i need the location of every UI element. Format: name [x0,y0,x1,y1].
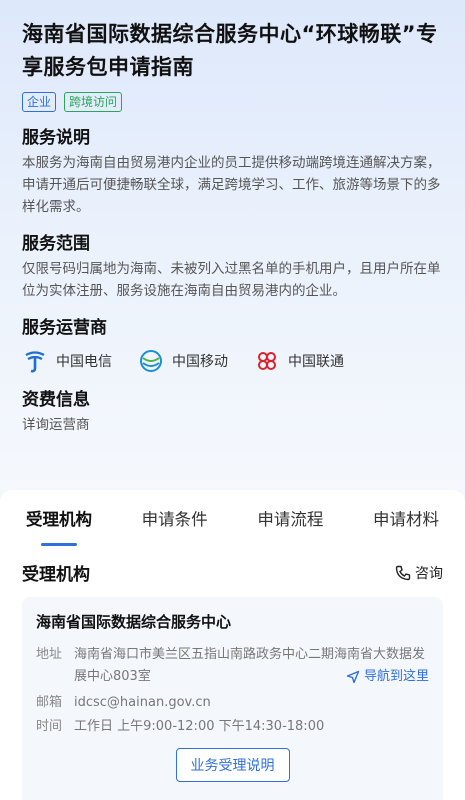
china-mobile-logo-icon [140,350,162,372]
tab-process[interactable]: 申请流程 [253,500,327,536]
operator-telecom-label: 中国电信 [56,354,112,370]
operator-unicom-label: 中国联通 [288,354,344,370]
operator-mobile: 中国移动 [138,348,228,374]
address-row: 地址 海南省海口市美兰区五指山南路政务中心二期海南省大数据发展中心803室 导航… [36,644,429,688]
agency-section-title: 受理机构 [22,565,90,585]
phone-icon [395,565,411,580]
consult-label: 咨询 [415,565,443,582]
tag-list: 企业 跨境访问 [22,92,443,112]
fees-text: 详询运营商 [22,417,90,433]
tab-bar: 受理机构 申请条件 申请流程 申请材料 [0,490,465,546]
email-row: 邮箱 idcsc@hainan.gov.cn [36,692,429,714]
navigate-label: 导航到这里 [363,669,429,684]
agency-header: 受理机构 咨询 [0,546,465,585]
time-label: 时间 [36,719,63,734]
navigation-arrow-icon [346,670,360,684]
tab-conditions[interactable]: 申请条件 [138,500,212,536]
address-value: 海南省海口市美兰区五指山南路政务中心二期海南省大数据发展中心803室 导航到这里 [74,644,429,688]
agency-name: 海南省国际数据综合服务中心 [36,613,232,631]
page-title: 海南省国际数据综合服务中心“环球畅联”专享服务包申请指南 [22,22,438,79]
service-header: 海南省国际数据综合服务中心“环球畅联”专享服务包申请指南 企业 跨境访问 服务说… [0,0,465,490]
button-wrap: 业务受理说明 [36,748,429,782]
service-instructions-button[interactable]: 业务受理说明 [175,748,290,782]
operator-telecom: 中国电信 [22,348,112,374]
consult-button[interactable]: 咨询 [395,563,443,583]
scope-text: 仅限号码归属地为海南、未被列入过黑名单的手机用户，且用户所在单位为实体注册、服务… [22,261,441,299]
operators-title: 服务运营商 [22,318,107,338]
china-unicom-logo-icon [258,352,276,370]
email-value: idcsc@hainan.gov.cn [74,695,211,710]
navigate-link[interactable]: 导航到这里 [346,666,429,688]
operator-list: 中国电信 中国移动 中国联通 [22,348,443,374]
description-title: 服务说明 [22,128,90,148]
address-label: 地址 [36,647,63,662]
china-telecom-logo-icon [25,351,45,373]
tab-agency[interactable]: 受理机构 [22,500,96,536]
time-value: 工作日 上午9:00-12:00 下午14:30-18:00 [74,719,325,734]
tag-enterprise: 企业 [22,92,57,112]
detail-panel: 受理机构 申请条件 申请流程 申请材料 受理机构 咨询 海南省国际数据综合服务中… [0,490,465,800]
tab-materials[interactable]: 申请材料 [369,500,443,536]
operator-mobile-label: 中国移动 [172,354,228,370]
scope-title: 服务范围 [22,234,90,254]
tag-cross-border: 跨境访问 [64,92,123,112]
fees-title: 资费信息 [22,390,90,410]
email-label: 邮箱 [36,695,63,710]
agency-card: 海南省国际数据综合服务中心 地址 海南省海口市美兰区五指山南路政务中心二期海南省… [22,597,443,800]
operator-unicom: 中国联通 [254,348,344,374]
description-text: 本服务为海南自由贸易港内企业的员工提供移动端跨境连通解决方案，申请开通后可便捷畅… [22,155,441,215]
time-row: 时间 工作日 上午9:00-12:00 下午14:30-18:00 [36,716,429,738]
